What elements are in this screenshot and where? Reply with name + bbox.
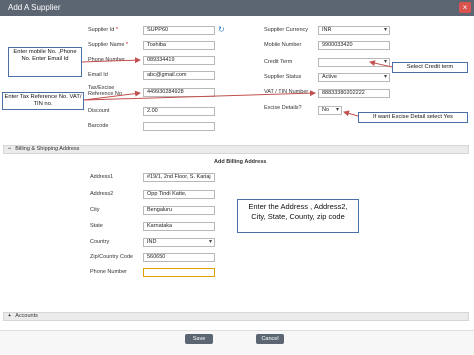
credit-callout: Select Credit term: [392, 62, 468, 73]
credit-arrow: [369, 60, 393, 68]
excise-arrow: [343, 110, 359, 117]
tax-callout: Enter Tax Reference No. VAT/ TIN no.: [2, 92, 84, 110]
address-callout: Enter the Address , Address2, City, Stat…: [237, 199, 359, 233]
excise-callout: If want Excise Detail select Yes: [358, 112, 468, 123]
vat-arrow: [83, 90, 316, 101]
mobile-callout: Enter mobile No. ,Phone No. Enter Email …: [8, 47, 82, 77]
mobile-arrow: [81, 57, 141, 64]
